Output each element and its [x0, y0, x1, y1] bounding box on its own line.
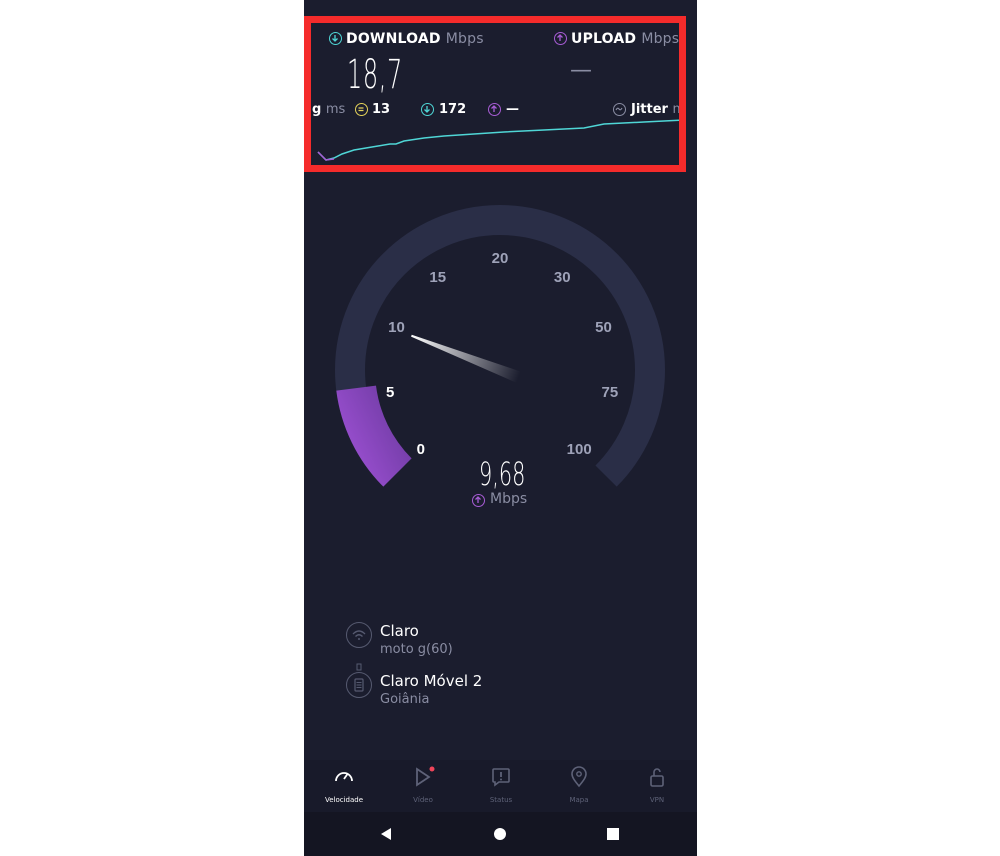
wifi-icon	[346, 622, 372, 648]
nav-label-vpn: VPN	[649, 796, 665, 804]
device-name: moto g(60)	[380, 642, 453, 657]
gauge-tick-15: 15	[429, 269, 446, 286]
home-icon[interactable]	[493, 827, 507, 841]
speed-graph	[317, 119, 685, 161]
nav-label-mapa: Mapa	[569, 796, 589, 804]
nav-item-status[interactable]: Status	[471, 766, 531, 804]
download-series-line	[317, 119, 685, 161]
gauge-tick-10: 10	[388, 319, 405, 336]
upload-series-line	[317, 151, 335, 161]
gauge-tick-100: 100	[567, 441, 592, 458]
back-icon[interactable]	[379, 827, 393, 841]
nav-item-vpn[interactable]: VPN	[627, 766, 687, 804]
download-value: 18,7	[347, 52, 403, 98]
download-arrow-icon	[329, 32, 342, 45]
alert-icon	[492, 768, 510, 787]
gauge-tick-5: 5	[386, 384, 394, 401]
gauge-needle	[411, 334, 521, 383]
gauge-tick-30: 30	[554, 269, 571, 286]
upload-label: UPLOAD	[571, 31, 637, 47]
server-city: Goiânia	[380, 692, 430, 707]
gauge-tick-0: 0	[417, 441, 425, 458]
server-name: Claro Móvel 2	[380, 672, 483, 690]
bottom-nav: Velocidade Vídeo Status Mapa VPN	[304, 760, 697, 812]
nav-label-status: Status	[489, 796, 513, 804]
recents-icon[interactable]	[606, 827, 620, 841]
status-bar	[304, 0, 697, 14]
nav-item-mapa[interactable]: Mapa	[549, 766, 609, 804]
download-unit: Mbps	[445, 31, 484, 47]
gauge-tick-20: 20	[492, 250, 509, 267]
play-icon	[416, 766, 435, 787]
map-pin-icon	[571, 766, 587, 788]
gauge-tick-75: 75	[602, 384, 619, 401]
nav-item-velocidade[interactable]: Velocidade	[314, 766, 374, 804]
server-icon	[346, 672, 372, 698]
system-nav-bar	[304, 812, 697, 856]
speedometer-icon	[335, 772, 353, 782]
upload-mode-icon	[472, 494, 485, 507]
lock-icon	[650, 768, 664, 787]
nav-item-video[interactable]: Vídeo	[393, 766, 453, 804]
upload-value: —	[570, 58, 592, 83]
nav-label-video: Vídeo	[413, 796, 433, 804]
phone-screen: DOWNLOAD Mbps 18,7 UPLOAD Mbps — g ms 13	[304, 0, 697, 856]
metrics-panel: DOWNLOAD Mbps 18,7 UPLOAD Mbps — g ms 13	[304, 14, 697, 172]
download-label-row: DOWNLOAD Mbps	[346, 31, 484, 47]
gauge-unit: Mbps	[490, 491, 528, 507]
nav-label-velocidade: Velocidade	[324, 796, 364, 804]
gauge-speed-value: 9,68	[479, 455, 526, 493]
upload-arrow-icon	[554, 32, 567, 45]
connector-icon	[356, 656, 362, 671]
download-label: DOWNLOAD	[346, 31, 441, 47]
provider-name: Claro	[380, 622, 419, 640]
gauge-tick-50: 50	[595, 319, 612, 336]
upload-label-row: UPLOAD Mbps	[571, 31, 679, 47]
upload-unit: Mbps	[641, 31, 680, 47]
